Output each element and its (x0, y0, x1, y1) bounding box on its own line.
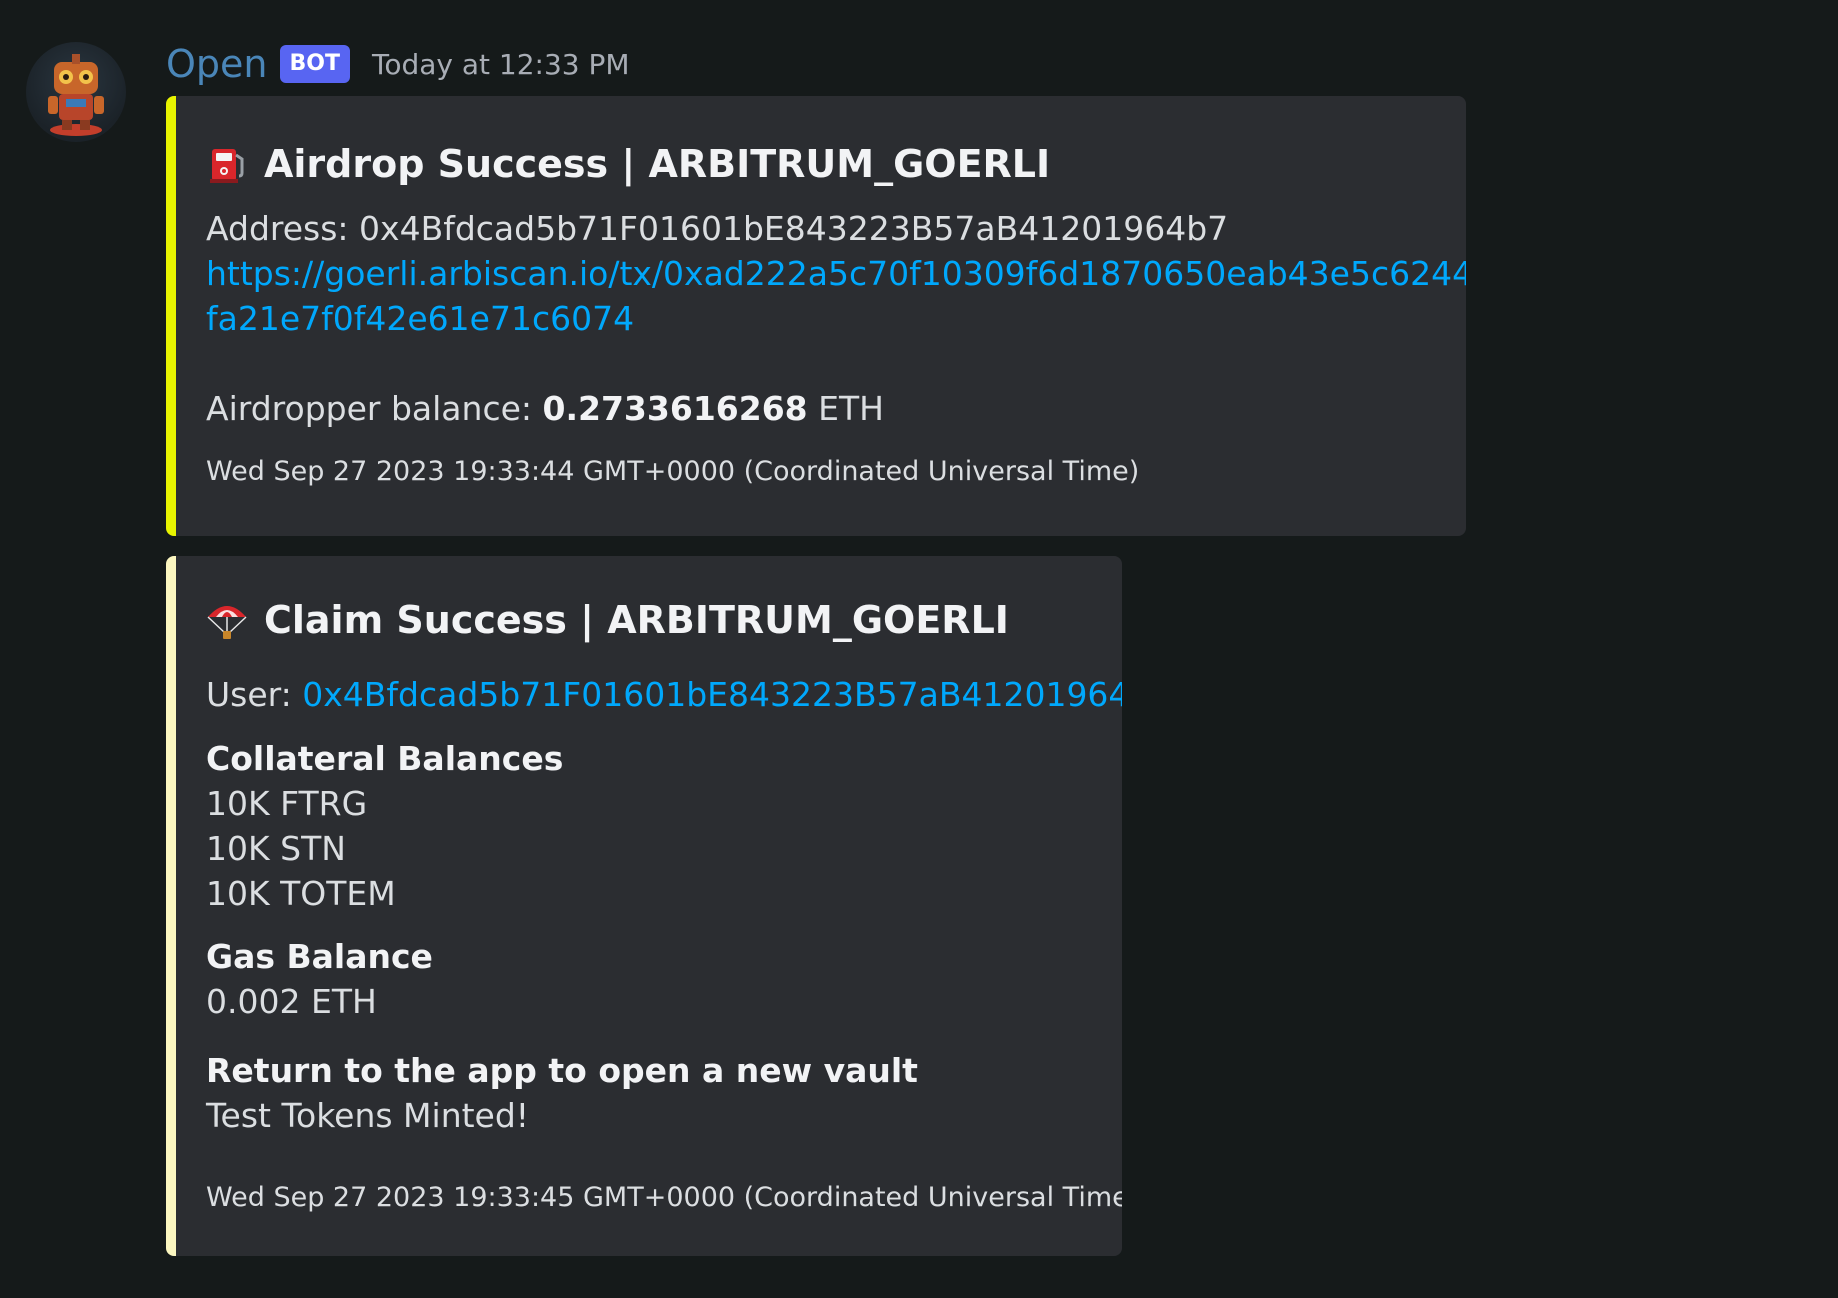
field-name: Collateral Balances (206, 739, 564, 778)
field-collateral-balances: Collateral Balances 10K FTRG 10K STN 10K… (206, 736, 1092, 916)
user-address-link[interactable]: 0x4Bfdcad5b71F01601bE843223B57aB41201964… (302, 675, 1122, 714)
address-line: Address: 0x4Bfdcad5b71F01601bE843223B57a… (206, 206, 1436, 251)
fuel-pump-icon (206, 143, 248, 185)
balance-line: Airdropper balance: 0.2733616268 ETH (206, 386, 1436, 431)
field-value: Test Tokens Minted! (206, 1096, 530, 1135)
embed-description: Address: 0x4Bfdcad5b71F01601bE843223B57a… (206, 206, 1466, 431)
embed-accent-bar (166, 96, 176, 536)
embed-footer: Wed Sep 27 2023 19:33:44 GMT+0000 (Coord… (206, 456, 1140, 487)
balance-unit: ETH (818, 389, 884, 428)
field-return-to-app: Return to the app to open a new vault Te… (206, 1048, 1092, 1138)
tx-link-line-wrap: fa21e7f0f42e61e71c6074 (206, 296, 1436, 341)
airdrop-embed: Airdrop Success | ARBITRUM_GOERLI Addres… (166, 96, 1466, 536)
bot-avatar[interactable] (26, 42, 126, 142)
embed-footer: Wed Sep 27 2023 19:33:45 GMT+0000 (Coord… (206, 1182, 1122, 1213)
field-value: 10K STN (206, 829, 346, 868)
parachute-icon (206, 599, 248, 641)
field-value: 10K FTRG (206, 784, 368, 823)
field-name: Gas Balance (206, 937, 433, 976)
address-label: Address: (206, 209, 349, 248)
field-value: 0.002 ETH (206, 982, 377, 1021)
user-line: User: 0x4Bfdcad5b71F01601bE843223B57aB41… (206, 672, 1122, 717)
embed-accent-bar (166, 556, 176, 1256)
message-timestamp[interactable]: Today at 12:33 PM (372, 48, 630, 81)
balance-value: 0.2733616268 (542, 389, 808, 428)
address-value: 0x4Bfdcad5b71F01601bE843223B57aB41201964… (359, 209, 1229, 248)
tx-link-continuation[interactable]: fa21e7f0f42e61e71c6074 (206, 299, 634, 338)
field-name: Return to the app to open a new vault (206, 1051, 918, 1090)
tx-link[interactable]: https://goerli.arbiscan.io/tx/0xad222a5c… (206, 254, 1466, 293)
author-username[interactable]: Open (166, 42, 268, 86)
claim-embed: Claim Success | ARBITRUM_GOERLI User: 0x… (166, 556, 1122, 1256)
embed-title: Airdrop Success | ARBITRUM_GOERLI (264, 142, 1051, 186)
message-header: Open BOT Today at 12:33 PM (166, 36, 630, 92)
embed-title-row: Airdrop Success | ARBITRUM_GOERLI (206, 142, 1436, 186)
field-value: 10K TOTEM (206, 874, 396, 913)
bot-badge: BOT (279, 45, 350, 83)
embed-title: Claim Success | ARBITRUM_GOERLI (264, 598, 1009, 642)
balance-label: Airdropper balance: (206, 389, 533, 428)
robot-avatar-icon (48, 54, 104, 136)
user-label: User: (206, 675, 292, 714)
embed-title-row: Claim Success | ARBITRUM_GOERLI (206, 598, 1092, 642)
chat-message: Open BOT Today at 12:33 PM Airdrop Succe… (0, 0, 1838, 1298)
field-gas-balance: Gas Balance 0.002 ETH (206, 934, 1092, 1024)
tx-link-line: https://goerli.arbiscan.io/tx/0xad222a5c… (206, 251, 1466, 296)
